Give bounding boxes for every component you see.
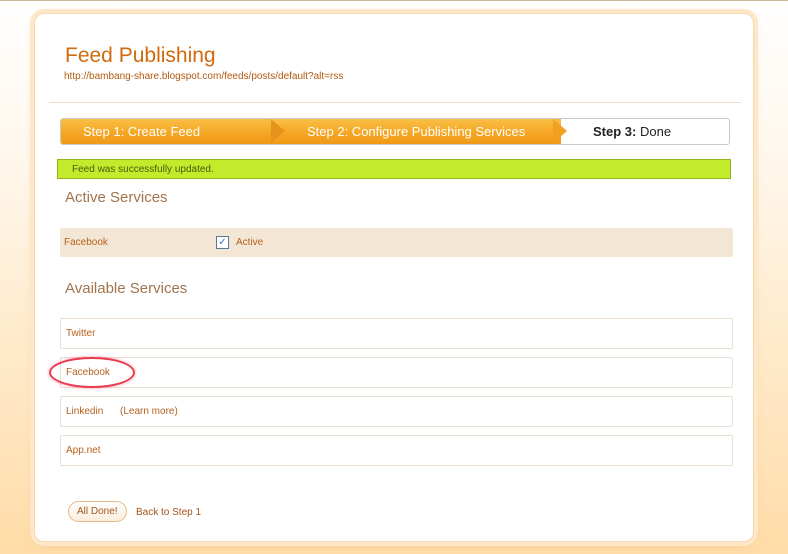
feed-publishing-panel: Feed Publishing http://bambang-share.blo…: [34, 13, 754, 542]
service-name[interactable]: App.net: [66, 436, 100, 465]
service-row-twitter[interactable]: Twitter: [60, 318, 733, 349]
success-alert: Feed was successfully updated.: [57, 159, 731, 179]
wizard-step-3: Step 3: Done: [593, 119, 671, 144]
wizard-step-3-prefix: Step 3:: [593, 124, 637, 139]
checkbox-checked-icon[interactable]: ✓: [216, 236, 229, 249]
wizard-step-2: Step 2: Configure Publishing Services: [307, 124, 526, 139]
service-row-linkedin[interactable]: Linkedin (Learn more): [60, 396, 733, 427]
page-title: Feed Publishing: [65, 44, 216, 67]
active-status-label[interactable]: Active: [236, 228, 263, 257]
header-divider: [49, 102, 741, 103]
feed-url: http://bambang-share.blogspot.com/feeds/…: [64, 71, 344, 82]
wizard-steps: Step 1: Create Feed Step 2: Configure Pu…: [60, 118, 730, 145]
wizard-step-1: Step 1: Create Feed: [83, 124, 201, 139]
service-name[interactable]: Linkedin: [66, 397, 103, 426]
step-separator-arrow: [553, 119, 567, 143]
service-name[interactable]: Twitter: [66, 319, 95, 348]
active-service-row: Facebook ✓ Active: [60, 228, 733, 257]
wizard-step-3-label: Done: [639, 124, 672, 139]
service-row-appnet[interactable]: App.net: [60, 435, 733, 466]
back-to-step-1-link[interactable]: Back to Step 1: [136, 501, 201, 524]
learn-more-link[interactable]: (Learn more): [120, 397, 178, 426]
footer-fragment: [250, 546, 550, 554]
service-row-facebook[interactable]: Facebook: [60, 357, 733, 388]
step-separator-arrow: [271, 119, 285, 143]
highlight-annotation-ring: [49, 357, 135, 388]
background-logo-fragment: [62, 0, 272, 8]
active-services-title: Active Services: [65, 189, 168, 206]
available-services-title: Available Services: [65, 280, 188, 297]
active-service-name: Facebook: [64, 237, 108, 248]
all-done-button[interactable]: All Done!: [68, 501, 127, 522]
